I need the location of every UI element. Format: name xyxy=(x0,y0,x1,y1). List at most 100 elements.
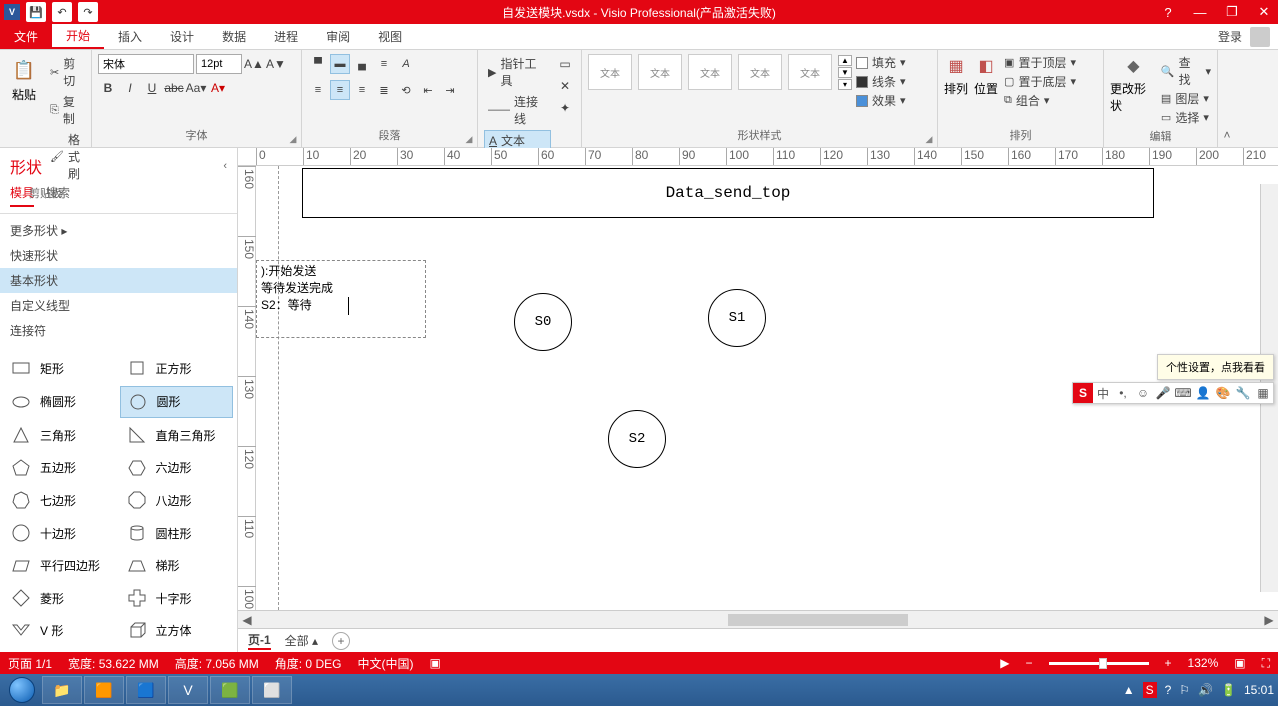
font-name-combo[interactable]: 宋体 xyxy=(98,54,194,74)
text-edit-box[interactable]: ):开始发送 等待发送完成 S2：等待 xyxy=(256,260,426,338)
start-button[interactable] xyxy=(4,676,40,704)
minimize-button[interactable]: — xyxy=(1186,0,1214,24)
help-button[interactable]: ? xyxy=(1154,0,1182,24)
close-button[interactable]: ✕ xyxy=(1250,0,1278,24)
zoom-out-button[interactable]: − xyxy=(1026,656,1033,670)
tab-design[interactable]: 设计 xyxy=(156,24,208,49)
change-shape-button[interactable]: ◆更改形状 xyxy=(1110,54,1157,114)
group-button[interactable]: ⧉ 组合 ▾ xyxy=(1004,92,1076,109)
tray-ime-icon[interactable]: S xyxy=(1143,682,1157,698)
bold-button[interactable]: B xyxy=(98,78,118,98)
style-item-4[interactable]: 文本 xyxy=(738,54,782,90)
tray-show-hidden-icon[interactable]: ▲ xyxy=(1123,683,1135,697)
ime-menu-button[interactable]: ▦ xyxy=(1253,383,1273,403)
system-tray[interactable]: ▲ S ? ⚐ 🔊 🔋 15:01 xyxy=(1123,682,1274,698)
shape-style-gallery[interactable]: 文本 文本 文本 文本 文本 ▲▼▾ xyxy=(588,54,852,90)
tab-view[interactable]: 视图 xyxy=(364,24,416,49)
align-top-button[interactable]: ▀ xyxy=(308,54,328,74)
grow-font-button[interactable]: A▲ xyxy=(244,54,264,74)
shape-trap[interactable]: 梯形 xyxy=(120,550,234,581)
tray-battery-icon[interactable]: 🔋 xyxy=(1221,683,1236,697)
shape-diam[interactable]: 菱形 xyxy=(4,583,118,614)
add-page-button[interactable]: + xyxy=(332,632,350,650)
taskbar-visio[interactable]: V xyxy=(168,676,208,704)
taskbar-app6[interactable]: ⬜ xyxy=(252,676,292,704)
rect-tool-button[interactable]: ▭ xyxy=(555,54,575,74)
text-direction-button[interactable]: ⟲ xyxy=(396,80,416,100)
taskbar-app5[interactable]: 🟩 xyxy=(210,676,250,704)
tab-home[interactable]: 开始 xyxy=(52,24,104,49)
select-button[interactable]: ▭ 选择 ▾ xyxy=(1161,109,1211,126)
pointer-tool-button[interactable]: ▶ 指针工具 xyxy=(484,54,551,90)
style-item-1[interactable]: 文本 xyxy=(588,54,632,90)
style-item-5[interactable]: 文本 xyxy=(788,54,832,90)
ime-tool-button[interactable]: 🔧 xyxy=(1233,383,1253,403)
scroll-left-icon[interactable]: ◀ xyxy=(238,611,256,629)
qat-redo[interactable]: ↷ xyxy=(78,2,98,22)
ime-lang-button[interactable]: 中 xyxy=(1093,383,1113,403)
shape-cyl[interactable]: 圆柱形 xyxy=(120,518,234,549)
tab-review[interactable]: 审阅 xyxy=(312,24,364,49)
ime-punct-button[interactable]: •, xyxy=(1113,383,1133,403)
shape-hept[interactable]: 七边形 xyxy=(4,485,118,516)
para-dialog-launcher[interactable]: ◢ xyxy=(463,133,475,145)
shape-dec[interactable]: 十边形 xyxy=(4,518,118,549)
cat-basic-shapes[interactable]: 基本形状 xyxy=(0,268,237,293)
cat-custom-line[interactable]: 自定义线型 xyxy=(0,293,237,318)
shape-square[interactable]: 正方形 xyxy=(120,353,234,384)
shape-cube[interactable]: 立方体 xyxy=(120,615,234,646)
bring-front-button[interactable]: ▣ 置于顶层 ▾ xyxy=(1004,54,1076,71)
gallery-more-icon[interactable]: ▾ xyxy=(838,79,852,90)
shape-data-send-top[interactable]: Data_send_top xyxy=(302,168,1154,218)
shape-oct[interactable]: 八边形 xyxy=(120,485,234,516)
paste-button[interactable]: 📋粘贴 xyxy=(6,54,42,105)
tray-clock[interactable]: 15:01 xyxy=(1244,683,1274,697)
gallery-down-icon[interactable]: ▼ xyxy=(838,67,852,78)
tab-insert[interactable]: 插入 xyxy=(104,24,156,49)
shape-circle[interactable]: 圆形 xyxy=(120,386,234,419)
shape-hex[interactable]: 六边形 xyxy=(120,453,234,484)
fit-page-icon[interactable]: ▣ xyxy=(1234,656,1245,670)
indent-dec-button[interactable]: ⇤ xyxy=(418,80,438,100)
shape-s2[interactable]: S2 xyxy=(608,410,666,468)
styles-dialog-launcher[interactable]: ◢ xyxy=(923,133,935,145)
taskbar-app3[interactable]: 🟦 xyxy=(126,676,166,704)
shape-rtri[interactable]: 直角三角形 xyxy=(120,420,234,451)
line-button[interactable]: 线条 ▾ xyxy=(856,73,906,90)
fullscreen-icon[interactable]: ⛶ xyxy=(1262,656,1270,671)
ime-keyboard-button[interactable]: ⌨ xyxy=(1173,383,1193,403)
qat-save[interactable]: 💾 xyxy=(26,2,46,22)
status-language[interactable]: 中文(中国) xyxy=(357,655,413,672)
tray-help-icon[interactable]: ? xyxy=(1165,683,1172,697)
bullets-button[interactable]: ≡ xyxy=(374,54,394,74)
tray-volume-icon[interactable]: 🔊 xyxy=(1198,683,1213,697)
connector-tool-button[interactable]: —— 连接线 xyxy=(484,92,551,128)
align-center-button[interactable]: ≡ xyxy=(330,80,350,100)
gallery-up-icon[interactable]: ▲ xyxy=(838,55,852,66)
italic-button[interactable]: I xyxy=(120,78,140,98)
restore-button[interactable]: ❐ xyxy=(1218,0,1246,24)
font-size-combo[interactable]: 12pt xyxy=(196,54,242,74)
tray-flag-icon[interactable]: ⚐ xyxy=(1179,683,1190,697)
shape-s0[interactable]: S0 xyxy=(514,293,572,351)
ime-user-button[interactable]: 👤 xyxy=(1193,383,1213,403)
scroll-thumb[interactable] xyxy=(728,614,908,626)
style-item-3[interactable]: 文本 xyxy=(688,54,732,90)
indent-inc-button[interactable]: ⇥ xyxy=(440,80,460,100)
zoom-level[interactable]: 132% xyxy=(1188,656,1219,670)
scroll-right-icon[interactable]: ▶ xyxy=(1260,611,1278,629)
qat-undo[interactable]: ↶ xyxy=(52,2,72,22)
shape-rect[interactable]: 矩形 xyxy=(4,353,118,384)
taskbar-app2[interactable]: 🟧 xyxy=(84,676,124,704)
send-back-button[interactable]: ▢ 置于底层 ▾ xyxy=(1004,73,1076,90)
shapes-collapse-button[interactable]: ‹ xyxy=(223,160,227,172)
tab-data[interactable]: 数据 xyxy=(208,24,260,49)
cat-quick-shapes[interactable]: 快速形状 xyxy=(0,243,237,268)
shrink-font-button[interactable]: A▼ xyxy=(266,54,286,74)
underline-button[interactable]: U xyxy=(142,78,162,98)
ime-toolbar[interactable]: S 中 •, ☺ 🎤 ⌨ 👤 🎨 🔧 ▦ xyxy=(1072,382,1274,404)
align-left-button[interactable]: ≡ xyxy=(308,80,328,100)
style-item-2[interactable]: 文本 xyxy=(638,54,682,90)
cut-button[interactable]: ✂ 剪切 xyxy=(46,54,85,90)
horizontal-scrollbar[interactable]: ◀ ▶ xyxy=(238,610,1278,628)
